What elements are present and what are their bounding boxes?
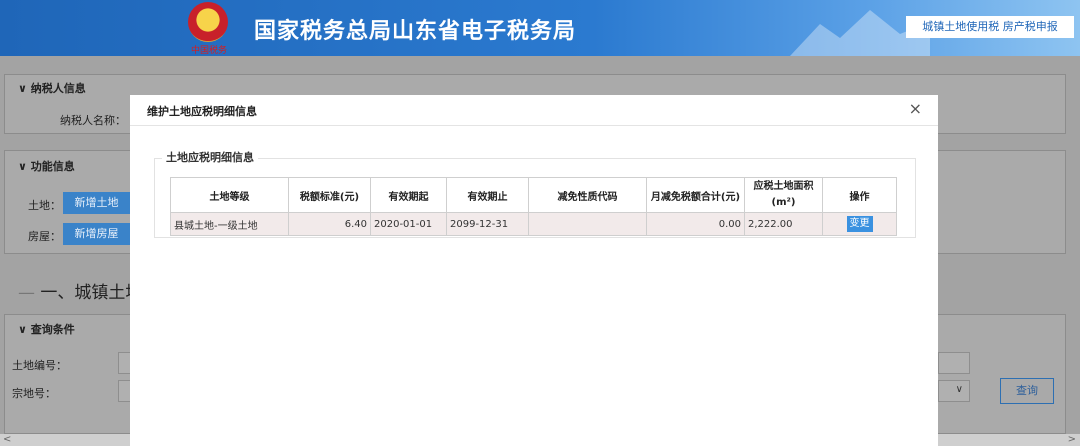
column-header: 减免性质代码 <box>528 177 647 213</box>
chevron-down-icon: ∨ <box>955 384 963 395</box>
tax-standard-cell: 6.40 <box>288 212 371 236</box>
modal-divider <box>130 125 938 126</box>
monthly-relief-cell: 0.00 <box>646 212 745 236</box>
end-date-cell: 2099-12-31 <box>446 212 529 236</box>
column-header: 操作 <box>822 177 897 213</box>
site-header: 中国税务 国家税务总局山东省电子税务局 城镇土地使用税 房产税申报 <box>0 0 1080 56</box>
detail-table: 土地等级 税额标准(元) 有效期起 有效期止 减免性质代码 月减免税额合计(元)… <box>170 177 897 236</box>
land-label: 土地： <box>28 199 61 212</box>
column-header: 月减免税额合计(元) <box>646 177 745 213</box>
land-grade-cell: 县城土地-一级土地 <box>170 212 289 236</box>
change-button[interactable]: 变更 <box>846 216 873 232</box>
column-header: 税额标准(元) <box>288 177 371 213</box>
relief-code-cell <box>528 212 647 236</box>
query-section-title: ∨ 查询条件 <box>18 323 75 336</box>
add-house-button[interactable]: 新增房屋 <box>63 223 130 245</box>
parcel-select[interactable]: ∨ <box>938 380 970 402</box>
start-date-cell: 2020-01-01 <box>370 212 447 236</box>
scroll-right-icon[interactable]: > <box>1068 434 1076 446</box>
modal-dialog: 维护土地应税明细信息 × 土地应税明细信息 土地等级 税额标准(元) 有效期起 … <box>130 95 938 446</box>
site-title: 国家税务总局山东省电子税务局 <box>254 19 577 44</box>
action-cell: 变更 <box>822 212 897 236</box>
taxpayer-section-title: ∨ 纳税人信息 <box>18 82 86 95</box>
emblem-text: 中国税务 <box>190 46 227 56</box>
function-section-title: ∨ 功能信息 <box>18 160 75 173</box>
column-header: 土地等级 <box>170 177 289 213</box>
column-header: 有效期止 <box>446 177 529 213</box>
taxpayer-name-label: 纳税人名称： <box>60 114 126 127</box>
add-land-button[interactable]: 新增土地 <box>63 192 130 214</box>
column-header: 有效期起 <box>370 177 447 213</box>
table-header-row: 土地等级 税额标准(元) 有效期起 有效期止 减免性质代码 月减免税额合计(元)… <box>170 177 897 213</box>
close-icon[interactable]: × <box>909 99 922 118</box>
land-number-label: 土地编号： <box>12 359 67 372</box>
taxable-area-cell: 2,222.00 <box>744 212 823 236</box>
tax-emblem-icon <box>188 2 228 42</box>
table-row: 县城土地-一级土地 6.40 2020-01-01 2099-12-31 0.0… <box>170 212 897 236</box>
fieldset-legend: 土地应税明细信息 <box>162 149 258 165</box>
column-header: 应税土地面积 (m²) <box>744 177 823 213</box>
land-number-input-right[interactable] <box>938 352 970 374</box>
chevron-down-icon: ∨ <box>18 323 31 336</box>
chevron-down-icon: ∨ <box>18 82 31 95</box>
modal-title: 维护土地应税明细信息 <box>147 105 257 118</box>
chevron-down-icon: ∨ <box>18 160 31 173</box>
tax-type-chip[interactable]: 城镇土地使用税 房产税申报 <box>906 16 1074 38</box>
query-button[interactable]: 查询 <box>1000 378 1054 404</box>
scroll-left-icon[interactable]: < <box>3 434 11 446</box>
parcel-number-label: 宗地号： <box>12 387 56 400</box>
house-label: 房屋： <box>28 230 61 243</box>
